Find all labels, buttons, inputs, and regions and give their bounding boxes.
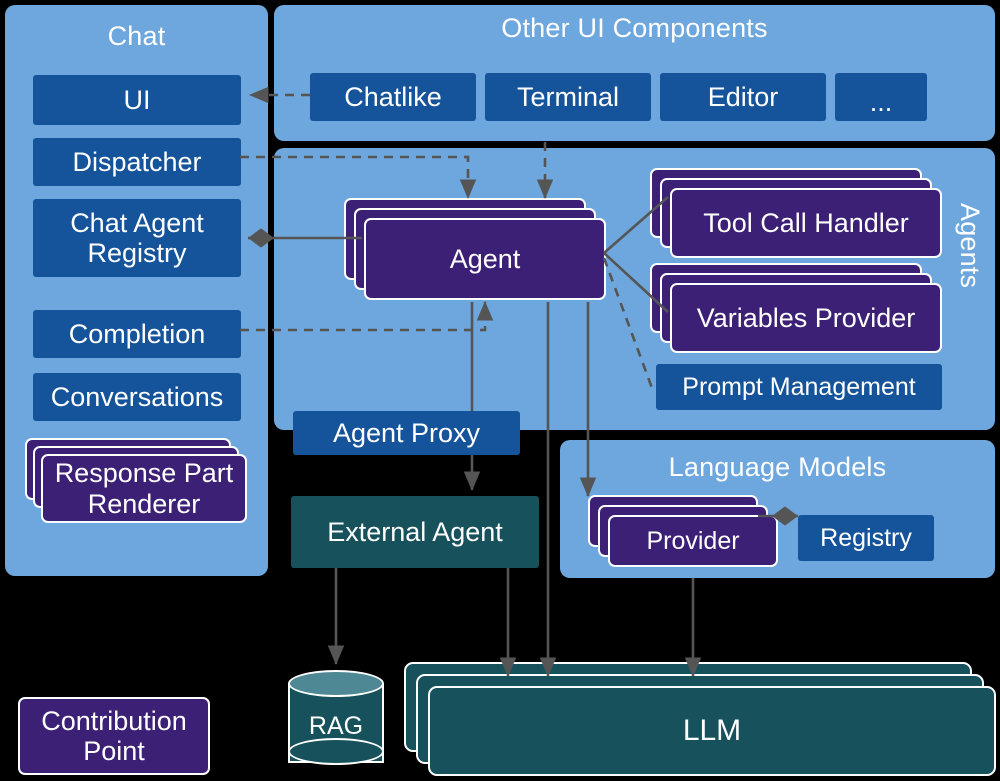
wire-agent-to-tool-call-handler — [603, 196, 669, 254]
connector-layer — [240, 86, 798, 678]
wire-dispatcher-to-agent — [240, 155, 477, 200]
wire-agent-to-variables-provider — [603, 252, 669, 313]
wire-completion-to-agent — [240, 300, 494, 332]
wire-agent-to-prompt-management — [602, 257, 654, 389]
architecture-diagram: Chat UI Dispatcher Chat Agent Registry C… — [0, 0, 1000, 781]
